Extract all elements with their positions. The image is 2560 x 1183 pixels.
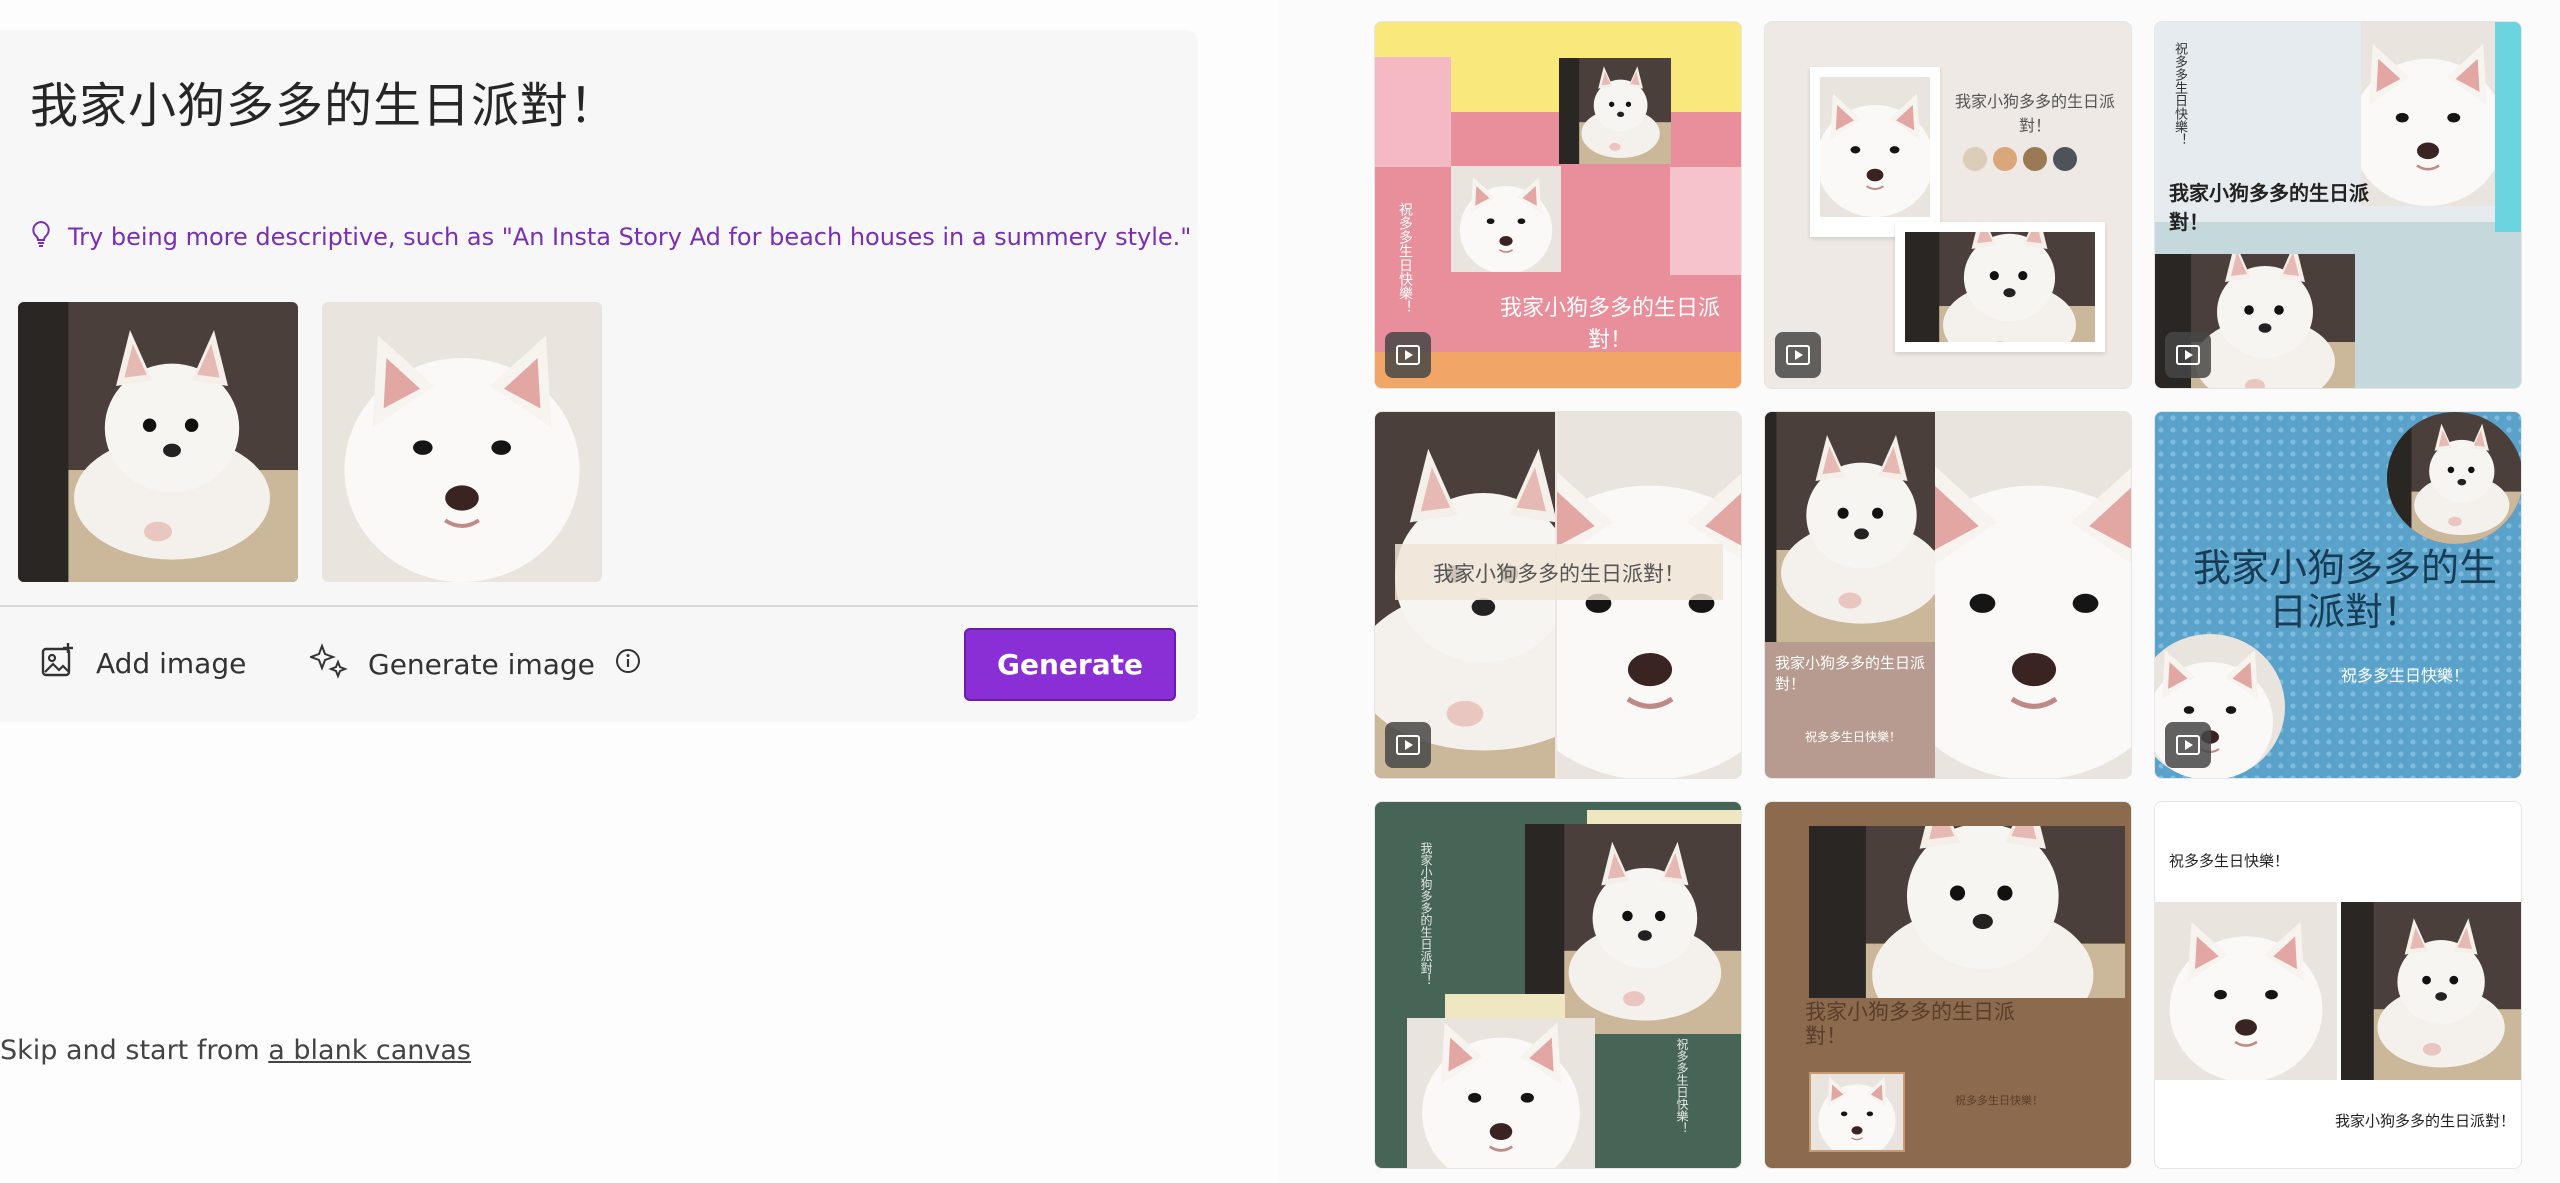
template-title: 我家小狗多多的生日派對！ bbox=[2192, 546, 2497, 634]
skip-link-row: Skip and start from a blank canvas bbox=[0, 1035, 471, 1066]
templates-panel: 我家小狗多多的生日派對！ 祝多多生日快樂！ 我家小狗多多的生日派對！ 我家小狗多… bbox=[1278, 0, 2560, 1183]
template-card[interactable]: 我家小狗多多的生日派對！ 祝多多生日快樂！ bbox=[2154, 21, 2522, 389]
video-icon bbox=[1775, 332, 1821, 378]
info-icon[interactable] bbox=[615, 648, 641, 681]
left-panel: 我家小狗多多的生日派對！ Try being more descriptive,… bbox=[0, 0, 1278, 1183]
template-subtitle: 祝多多生日快樂！ bbox=[2169, 852, 2290, 870]
template-card[interactable]: 我家小狗多多的生日派對！ 祝多多生日快樂！ bbox=[1764, 411, 2132, 779]
template-title: 我家小狗多多的生日派對！ bbox=[1419, 842, 1433, 986]
video-icon bbox=[2165, 722, 2211, 768]
template-subtitle: 祝多多生日快樂！ bbox=[1805, 730, 1902, 744]
hint-text: Try being more descriptive, such as "An … bbox=[68, 223, 1192, 251]
add-image-icon bbox=[40, 642, 76, 685]
prompt-card: 我家小狗多多的生日派對！ Try being more descriptive,… bbox=[0, 30, 1198, 722]
lightbulb-icon bbox=[30, 220, 52, 254]
uploaded-image[interactable] bbox=[18, 302, 298, 582]
template-subtitle: 祝多多生日快樂！ bbox=[2340, 666, 2469, 685]
template-card[interactable]: 我家小狗多多的生日派對！ 祝多多生日快樂！ bbox=[1764, 801, 2132, 1169]
add-image-label: Add image bbox=[96, 647, 247, 680]
hint: Try being more descriptive, such as "An … bbox=[30, 220, 1191, 254]
video-icon bbox=[2165, 332, 2211, 378]
template-title: 我家小狗多多的生日派對！ bbox=[2169, 181, 2369, 234]
divider bbox=[0, 605, 1198, 607]
video-icon bbox=[1385, 332, 1431, 378]
template-title: 我家小狗多多的生日派對！ bbox=[1499, 296, 1720, 353]
prompt-input[interactable]: 我家小狗多多的生日派對！ bbox=[30, 66, 618, 136]
blank-canvas-link[interactable]: a blank canvas bbox=[268, 1035, 471, 1066]
template-title: 我家小狗多多的生日派對！ bbox=[1805, 1000, 2015, 1049]
generate-image-button[interactable]: Generate image bbox=[308, 642, 641, 687]
template-card[interactable]: 我家小狗多多的生日派對！ 祝多多生日快樂！ bbox=[1374, 21, 1742, 389]
template-card[interactable]: 我家小狗多多的生日派對！ bbox=[1764, 21, 2132, 389]
template-subtitle: 祝多多生日快樂！ bbox=[1397, 202, 1413, 314]
generate-button[interactable]: Generate bbox=[964, 628, 1176, 701]
template-card[interactable]: 我家小狗多多的生日派對！ bbox=[1374, 411, 1742, 779]
template-subtitle: 祝多多生日快樂！ bbox=[1955, 1094, 2043, 1107]
template-card[interactable]: 祝多多生日快樂！ 我家小狗多多的生日派對！ bbox=[2154, 801, 2522, 1169]
template-title: 我家小狗多多的生日派對！ bbox=[1775, 654, 1926, 693]
template-title: 我家小狗多多的生日派對！ bbox=[2334, 1112, 2515, 1130]
uploaded-image[interactable] bbox=[322, 302, 602, 582]
skip-text: Skip and start from bbox=[0, 1035, 269, 1066]
sparkle-icon bbox=[308, 642, 348, 687]
template-card[interactable]: 我家小狗多多的生日派對！ 祝多多生日快樂！ bbox=[2154, 411, 2522, 779]
video-icon bbox=[1385, 722, 1431, 768]
template-subtitle: 祝多多生日快樂！ bbox=[2172, 42, 2187, 146]
add-image-button[interactable]: Add image bbox=[40, 642, 246, 685]
template-title: 我家小狗多多的生日派對！ bbox=[1955, 92, 2116, 135]
template-card[interactable]: 我家小狗多多的生日派對！ 祝多多生日快樂！ bbox=[1374, 801, 1742, 1169]
template-title: 我家小狗多多的生日派對！ bbox=[1433, 562, 1685, 586]
template-subtitle: 祝多多生日快樂！ bbox=[1675, 1038, 1689, 1134]
generate-image-label: Generate image bbox=[368, 648, 595, 681]
